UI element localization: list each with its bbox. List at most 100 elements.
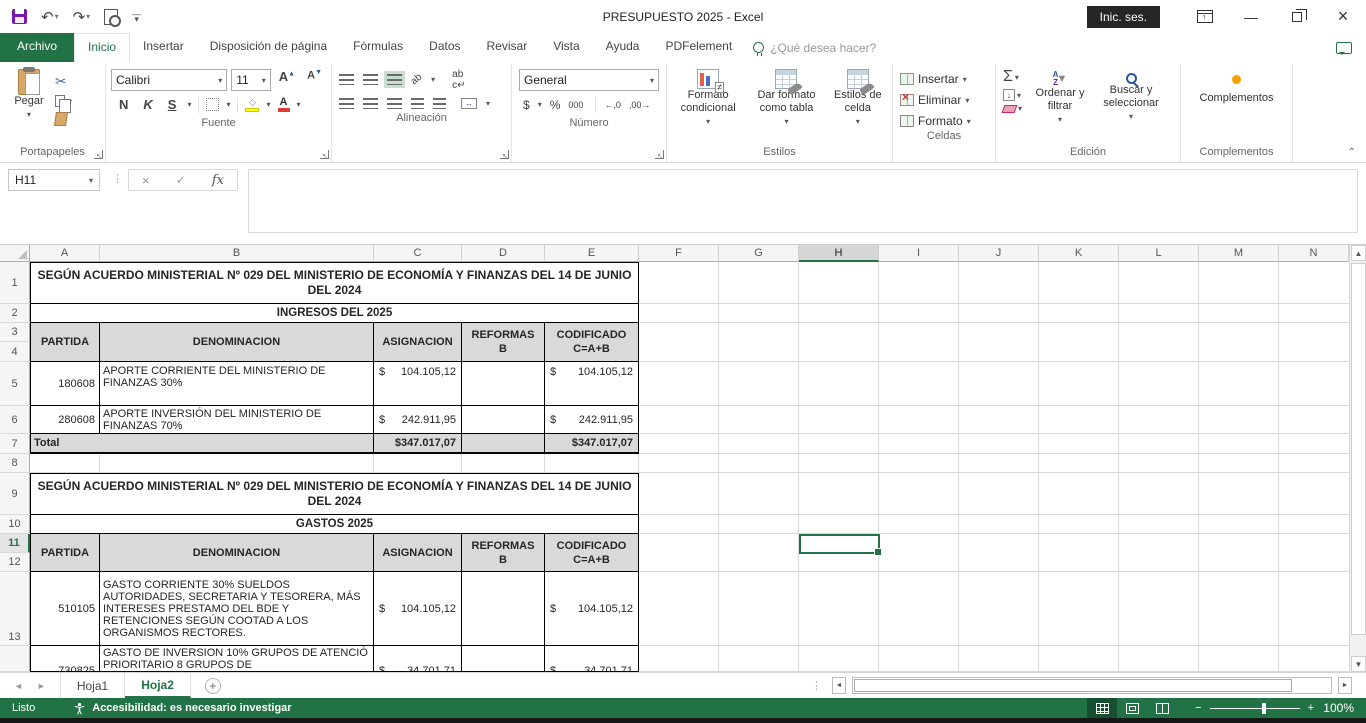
font-color-icon[interactable]: A xyxy=(278,97,290,112)
fill-button[interactable]: ↓▾ xyxy=(1003,89,1022,101)
conditional-formatting-button[interactable]: Formato condicional▾ xyxy=(670,65,746,128)
col-header-a[interactable]: A xyxy=(30,245,100,262)
new-sheet-icon[interactable]: + xyxy=(205,678,221,694)
delete-cells-button[interactable]: Eliminar▾ xyxy=(900,92,988,108)
name-box[interactable]: H11▾ xyxy=(8,169,100,191)
hdr-partida[interactable]: PARTIDA xyxy=(30,323,100,362)
cell-gastos-title[interactable]: GASTOS 2025 xyxy=(30,515,639,534)
hdr-codificado[interactable]: CODIFICADOC=A+B xyxy=(545,323,639,362)
horizontal-scrollbar[interactable]: ⋮ ◄ ► xyxy=(811,677,1352,694)
view-page-break-button[interactable] xyxy=(1147,698,1177,718)
cell-e6[interactable]: $242.911,95 xyxy=(545,406,639,434)
insert-function-icon[interactable]: fx xyxy=(212,173,224,188)
paste-button[interactable]: Pegar ▾ xyxy=(3,65,55,121)
redo-button[interactable]: ↷▾ xyxy=(73,8,91,26)
hdr-codificado-2[interactable]: CODIFICADOC=A+B xyxy=(545,534,639,572)
format-cells-button[interactable]: Formato▾ xyxy=(900,113,988,129)
accounting-dropdown-icon[interactable]: ▾ xyxy=(538,100,542,109)
tab-disposicion[interactable]: Disposición de página xyxy=(197,33,340,62)
undo-button[interactable]: ↶▾ xyxy=(41,8,59,26)
number-format-combo[interactable]: General▾ xyxy=(519,69,659,91)
alignment-dialog-launcher[interactable] xyxy=(500,150,509,159)
save-icon[interactable] xyxy=(12,9,27,24)
accessibility-status[interactable]: Accesibilidad: es necesario investigar xyxy=(47,702,291,715)
undo-dropdown-icon[interactable]: ▾ xyxy=(55,12,59,21)
row-header-5[interactable]: 5 xyxy=(0,362,30,406)
underline-dropdown-icon[interactable]: ▾ xyxy=(187,100,191,109)
confirm-entry-icon[interactable]: ✓ xyxy=(176,173,186,187)
cancel-entry-icon[interactable]: × xyxy=(142,173,150,188)
col-header-e[interactable]: E xyxy=(545,245,639,262)
hdr-denominacion-2[interactable]: DENOMINACION xyxy=(100,534,374,572)
col-header-l[interactable]: L xyxy=(1119,245,1199,262)
cell-styles-button[interactable]: Estilos de celda▾ xyxy=(827,65,889,128)
col-header-c[interactable]: C xyxy=(374,245,462,262)
scrollbar-resize-handle[interactable]: ⋮ xyxy=(811,679,822,692)
zoom-slider-thumb[interactable] xyxy=(1262,703,1266,714)
row-header-11-selected[interactable]: 11 xyxy=(0,534,30,553)
cell-a14[interactable]: 730825 xyxy=(30,646,100,672)
scroll-down-icon[interactable]: ▼ xyxy=(1351,656,1366,672)
sign-in-button[interactable]: Inic. ses. xyxy=(1087,6,1160,28)
align-left-icon[interactable] xyxy=(339,98,354,109)
fill-color-icon[interactable]: ◇ xyxy=(245,97,259,112)
tab-ayuda[interactable]: Ayuda xyxy=(593,33,653,62)
vertical-scrollbar[interactable]: ▲ ▼ xyxy=(1349,245,1366,672)
prev-sheet-icon[interactable]: ◄ xyxy=(14,681,23,691)
percent-style-icon[interactable]: % xyxy=(550,98,561,112)
decrease-decimal-icon[interactable]: ,00→ xyxy=(629,100,651,110)
row-header-7[interactable]: 7 xyxy=(0,434,30,454)
fill-color-dropdown-icon[interactable]: ▾ xyxy=(266,100,270,109)
tell-me-box[interactable]: ¿Qué desea hacer? xyxy=(745,33,876,62)
tab-formulas[interactable]: Fórmulas xyxy=(340,33,416,62)
name-box-dropdown-icon[interactable]: ▾ xyxy=(89,176,93,185)
horizontal-scrollbar-thumb[interactable] xyxy=(854,679,1292,692)
accounting-format-icon[interactable]: $ xyxy=(523,98,530,112)
scroll-left-icon[interactable]: ◄ xyxy=(832,677,846,694)
customize-qat-button[interactable]: —▾ xyxy=(132,12,141,22)
align-top-icon[interactable] xyxy=(339,74,354,85)
cell-e13[interactable]: $104.105,12 xyxy=(545,572,639,646)
cell-c6[interactable]: $242.911,95 xyxy=(374,406,462,434)
cell-total-label[interactable]: Total xyxy=(30,434,374,454)
col-header-h-selected[interactable]: H xyxy=(799,245,879,262)
clipboard-dialog-launcher[interactable] xyxy=(94,150,103,159)
cell-c14[interactable]: $34.701,71 xyxy=(374,646,462,672)
ribbon-display-options-button[interactable] xyxy=(1182,0,1228,33)
cell-c5[interactable]: $104.105,12 xyxy=(374,362,462,406)
font-color-dropdown-icon[interactable]: ▾ xyxy=(297,100,301,109)
row-header-6[interactable]: 6 xyxy=(0,406,30,434)
col-header-f[interactable]: F xyxy=(639,245,719,262)
comma-style-icon[interactable]: 000 xyxy=(568,100,583,110)
align-right-icon[interactable] xyxy=(387,98,402,109)
cell-e14[interactable]: $34.701,71 xyxy=(545,646,639,672)
comments-icon[interactable] xyxy=(1336,42,1352,54)
col-header-g[interactable]: G xyxy=(719,245,799,262)
cell-b13[interactable]: GASTO CORRIENTE 30% SUELDOS AUTORIDADES,… xyxy=(100,572,374,646)
tab-revisar[interactable]: Revisar xyxy=(474,33,541,62)
grow-font-button[interactable]: A▲ xyxy=(275,69,299,91)
redo-dropdown-icon[interactable]: ▾ xyxy=(86,12,90,21)
collapse-ribbon-icon[interactable]: ⌃ xyxy=(1348,147,1356,158)
hdr-asignacion-2[interactable]: ASIGNACION xyxy=(374,534,462,572)
tab-datos[interactable]: Datos xyxy=(416,33,473,62)
cell-c13[interactable]: $104.105,12 xyxy=(374,572,462,646)
hdr-denominacion[interactable]: DENOMINACION xyxy=(100,323,374,362)
row-header-12[interactable]: 12 xyxy=(0,553,30,572)
cell-a6[interactable]: 280608 xyxy=(30,406,100,434)
font-name-combo[interactable]: Calibri▾ xyxy=(111,69,227,91)
cell-d8[interactable] xyxy=(462,454,545,473)
font-size-combo[interactable]: 11▾ xyxy=(231,69,271,91)
restore-button[interactable] xyxy=(1274,0,1320,33)
cell-d5[interactable] xyxy=(462,362,545,406)
cell-a5[interactable]: 180608 xyxy=(30,362,100,406)
format-as-table-button[interactable]: Dar formato como tabla▾ xyxy=(746,65,826,128)
merge-center-icon[interactable]: ↔ xyxy=(461,98,477,109)
minimize-button[interactable]: — xyxy=(1228,0,1274,33)
sheet-tab-hoja1[interactable]: Hoja1 xyxy=(61,673,125,698)
italic-button[interactable]: K xyxy=(139,97,156,112)
hdr-reformas[interactable]: REFORMASB xyxy=(462,323,545,362)
row-header-3[interactable]: 3 xyxy=(0,323,30,342)
paste-dropdown-icon[interactable]: ▾ xyxy=(27,108,31,121)
cell-total-codificado[interactable]: $347.017,07 xyxy=(545,434,639,454)
